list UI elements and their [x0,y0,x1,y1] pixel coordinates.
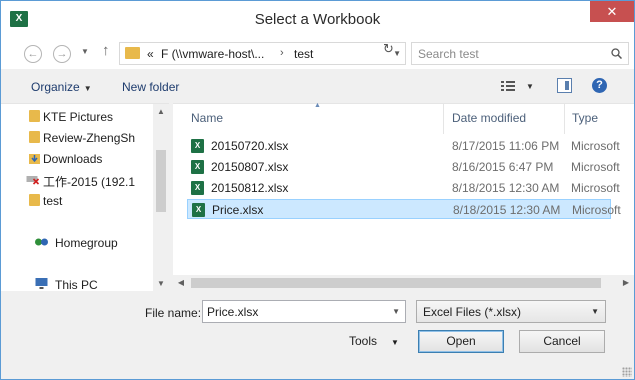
file-date: 8/18/2015 12:30 AM [452,181,560,195]
file-name: Price.xlsx [212,203,264,217]
sidebar-item-label: 工作-2015 (192.1 [43,175,136,189]
sidebar-item-label: test [43,194,63,208]
file-list: ▲ Name Date modified Type X 20150720.xls… [173,102,634,291]
up-button[interactable]: ↑ [102,42,110,59]
open-button[interactable]: Open [418,330,504,353]
file-name: 20150807.xlsx [211,160,289,174]
excel-file-icon: X [191,160,204,174]
address-separator-chevron-icon[interactable]: › [280,47,284,59]
file-date: 8/18/2015 12:30 AM [453,203,561,217]
file-name-dropdown-icon[interactable]: ▼ [392,307,400,316]
search-icon[interactable] [611,48,622,59]
back-button[interactable]: ← [24,45,42,63]
file-date: 8/16/2015 6:47 PM [452,160,554,174]
file-type-select[interactable]: Excel Files (*.xlsx) ▼ [416,300,606,323]
folder-icon [29,194,40,206]
folder-icon [29,131,40,143]
file-type: Microsoft [571,139,620,153]
dialog-footer: File name: Price.xlsx ▼ Excel Files (*.x… [1,291,634,379]
file-name-label: File name: [145,306,202,320]
sidebar-item-label: KTE Pictures [43,110,114,124]
scrollbar-thumb[interactable] [156,150,166,212]
file-name: 20150720.xlsx [211,139,289,153]
cancel-button[interactable]: Cancel [519,330,605,353]
tools-button[interactable]: Tools ▼ [349,334,399,348]
excel-file-icon: X [192,203,205,217]
file-name: 20150812.xlsx [211,181,289,195]
sidebar-item-label: This PC [55,278,98,292]
organize-button[interactable]: Organize ▼ [31,80,92,94]
excel-file-icon: X [191,181,204,195]
chevron-down-icon: ▼ [83,84,92,93]
sidebar-item-label: Homegroup [55,236,118,250]
organize-label: Organize [31,80,80,94]
address-dropdown-icon[interactable]: ▼ [393,49,401,58]
command-toolbar: Organize ▼ New folder ▼ ? [1,69,634,103]
navigation-bar: ← → ▼ ↑ « F (\\vmware-host\... › test ▼ … [1,37,634,69]
file-date: 8/17/2015 11:06 PM [452,139,560,153]
forward-button[interactable]: → [53,45,71,63]
scroll-up-arrow-icon[interactable]: ▲ [153,104,169,120]
downloads-folder-icon [29,154,40,164]
refresh-icon[interactable]: ↻ [383,41,394,57]
file-type: Microsoft [571,160,620,174]
change-view-icon[interactable] [501,80,515,92]
file-type: Microsoft [571,181,620,195]
view-options-dropdown-icon[interactable]: ▼ [526,82,534,91]
scrollbar-thumb[interactable] [191,278,601,288]
homegroup-icon [35,238,48,246]
close-button[interactable]: ✕ [590,1,634,22]
new-folder-button[interactable]: New folder [122,80,179,94]
folder-icon [29,110,40,122]
navigation-pane: KTE Pictures Review-ZhengSh Downloads 工作… [1,103,169,292]
file-row-selected[interactable]: X Price.xlsx 8/18/2015 12:30 AM Microsof… [187,199,621,219]
tools-label: Tools [349,334,378,348]
preview-pane-icon[interactable] [557,78,572,93]
network-drive-disconnected-icon [26,176,40,185]
column-divider[interactable] [443,104,444,134]
search-input[interactable]: Search test [418,47,479,61]
sidebar-item-label: Downloads [43,152,103,166]
address-segment-test[interactable]: test [294,47,313,61]
excel-file-icon: X [191,139,204,153]
sort-ascending-icon: ▲ [314,102,321,109]
column-header-name[interactable]: Name [191,111,223,125]
column-header-date-modified[interactable]: Date modified [452,111,526,125]
title-bar: X Select a Workbook ✕ [1,1,634,37]
file-row[interactable]: X 20150720.xlsx 8/17/2015 11:06 PM Micro… [187,136,620,156]
file-row[interactable]: X 20150812.xlsx 8/18/2015 12:30 AM Micro… [187,178,620,198]
chevron-down-icon: ▼ [591,307,599,316]
file-type-value: Excel Files (*.xlsx) [423,305,522,319]
scroll-down-arrow-icon[interactable]: ▼ [153,276,169,292]
recent-locations-dropdown-icon[interactable]: ▼ [81,47,89,56]
computer-icon [35,278,48,289]
file-list-horizontal-scrollbar[interactable]: ◀ ▶ [173,275,634,291]
file-name-value[interactable]: Price.xlsx [207,305,258,319]
search-box[interactable]: Search test [411,42,629,65]
chevron-down-icon: ▼ [391,338,399,347]
dialog-title: Select a Workbook [254,11,381,28]
scroll-right-arrow-icon[interactable]: ▶ [618,275,634,291]
address-bar[interactable]: « F (\\vmware-host\... › test ▼ [119,42,406,65]
help-icon[interactable]: ? [592,78,607,93]
column-divider[interactable] [564,104,565,134]
select-workbook-dialog: X Select a Workbook ✕ ← → ▼ ↑ « F (\\vmw… [0,0,635,380]
address-segment-drive[interactable]: F (\\vmware-host\... [161,47,264,61]
address-overflow[interactable]: « [147,47,154,61]
scroll-left-arrow-icon[interactable]: ◀ [173,275,189,291]
sidebar-item-label: Review-ZhengSh [43,131,136,145]
resize-grip-icon[interactable] [622,367,632,377]
file-type: Microsoft [572,203,621,217]
file-row[interactable]: X 20150807.xlsx 8/16/2015 6:47 PM Micros… [187,157,620,177]
folder-icon [125,47,140,59]
file-name-field[interactable]: Price.xlsx ▼ [202,300,406,323]
column-header-type[interactable]: Type [572,111,598,125]
sidebar-vertical-scrollbar[interactable]: ▲ ▼ [153,104,169,292]
